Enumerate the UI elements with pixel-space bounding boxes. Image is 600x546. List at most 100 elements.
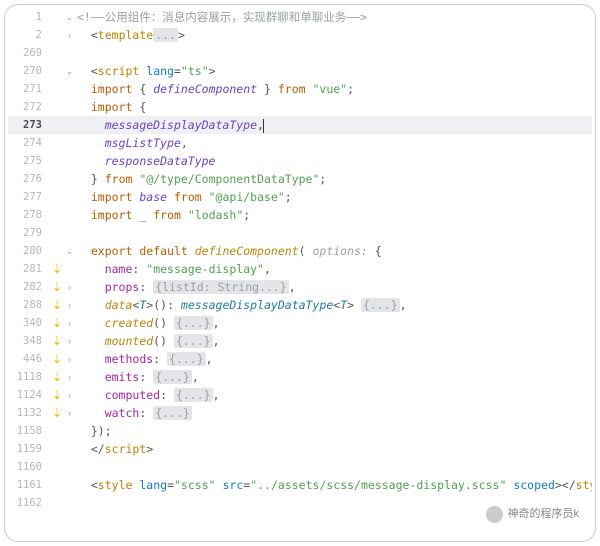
gutter-implement-icon[interactable]: ⇣ — [50, 386, 64, 404]
fold-collapsed-icon[interactable]: › — [64, 332, 75, 350]
code-line[interactable]: 269 — [8, 44, 592, 62]
code-content[interactable]: mounted() {...}, — [75, 332, 592, 350]
code-line[interactable]: 271 import { defineComponent } from "vue… — [8, 80, 592, 98]
code-content[interactable]: methods: {...}, — [75, 350, 592, 368]
code-line[interactable]: 275 responseDataType — [8, 152, 592, 170]
fold-expanded-icon[interactable]: ⌄ — [64, 62, 75, 80]
code-editor[interactable]: 1⌄<!——公用组件：消息内容展示，实现群聊和单聊业务——>2› <templa… — [8, 8, 592, 538]
gutter-implement-icon[interactable]: ⇣ — [50, 260, 64, 278]
line-number[interactable]: 1158 — [8, 422, 50, 440]
line-number[interactable]: 273 — [8, 116, 50, 134]
line-number[interactable]: 1124 — [8, 386, 50, 404]
line-number[interactable]: 270 — [8, 62, 50, 80]
line-number[interactable]: 348 — [8, 332, 50, 350]
code-line[interactable]: 276 } from "@/type/ComponentDataType"; — [8, 170, 592, 188]
code-line[interactable]: 1132⇣› watch: {...} — [8, 404, 592, 422]
code-line[interactable]: 1159 </script> — [8, 440, 592, 458]
code-content[interactable]: data<T>(): messageDisplayDataType<T> {..… — [75, 296, 592, 314]
code-content[interactable]: } from "@/type/ComponentDataType"; — [75, 170, 592, 188]
code-content[interactable]: <template...> — [75, 26, 592, 44]
code-line[interactable]: 278 import _ from "lodash"; — [8, 206, 592, 224]
line-number[interactable]: 1160 — [8, 458, 50, 476]
gutter-implement-icon[interactable]: ⇣ — [50, 350, 64, 368]
code-content[interactable]: <!——公用组件：消息内容展示，实现群聊和单聊业务——> — [75, 8, 592, 26]
code-line[interactable]: 1158 }); — [8, 422, 592, 440]
code-content[interactable]: computed: {...}, — [75, 386, 592, 404]
code-content[interactable] — [75, 44, 592, 62]
gutter-implement-icon[interactable]: ⇣ — [50, 296, 64, 314]
code-content[interactable]: }); — [75, 422, 592, 440]
code-content[interactable]: msgListType, — [75, 134, 592, 152]
code-line[interactable]: 282⇣› props: {listId: String...}, — [8, 278, 592, 296]
fold-collapsed-icon[interactable]: › — [64, 26, 75, 44]
line-number[interactable]: 1132 — [8, 404, 50, 422]
code-content[interactable]: <script lang="ts"> — [75, 62, 592, 80]
line-number[interactable]: 271 — [8, 80, 50, 98]
code-line[interactable]: 340⇣› created() {...}, — [8, 314, 592, 332]
line-number[interactable]: 277 — [8, 188, 50, 206]
fold-collapsed-icon[interactable]: › — [64, 278, 75, 296]
code-line[interactable]: 2 › <template...> — [8, 26, 592, 44]
line-number[interactable]: 269 — [8, 44, 50, 62]
code-content[interactable]: responseDataType — [75, 152, 592, 170]
code-line[interactable]: 270 ⌄ <script lang="ts"> — [8, 62, 592, 80]
code-content[interactable]: name: "message-display", — [75, 260, 592, 278]
line-number[interactable]: 340 — [8, 314, 50, 332]
gutter-implement-icon[interactable]: ⇣ — [50, 368, 64, 386]
line-number[interactable]: 1159 — [8, 440, 50, 458]
code-content[interactable]: import _ from "lodash"; — [75, 206, 592, 224]
line-number[interactable]: 272 — [8, 98, 50, 116]
code-content[interactable]: <style lang="scss" src="../assets/scss/m… — [75, 476, 592, 494]
code-line[interactable]: 1124⇣› computed: {...}, — [8, 386, 592, 404]
fold-collapsed-icon[interactable]: › — [64, 368, 75, 386]
code-content[interactable] — [75, 458, 592, 476]
line-number[interactable]: 278 — [8, 206, 50, 224]
line-number[interactable]: 280 — [8, 242, 50, 260]
code-line[interactable]: 272 import { — [8, 98, 592, 116]
fold-collapsed-icon[interactable]: › — [64, 386, 75, 404]
line-number[interactable]: 281 — [8, 260, 50, 278]
gutter-implement-icon[interactable]: ⇣ — [50, 404, 64, 422]
code-line[interactable]: 1160 — [8, 458, 592, 476]
code-line[interactable]: 348⇣› mounted() {...}, — [8, 332, 592, 350]
line-number[interactable]: 1 — [8, 8, 50, 26]
gutter-implement-icon[interactable]: ⇣ — [50, 332, 64, 350]
fold-expanded-icon[interactable]: ⌄ — [64, 242, 75, 260]
gutter-implement-icon[interactable]: ⇣ — [50, 314, 64, 332]
code-content[interactable]: created() {...}, — [75, 314, 592, 332]
code-content[interactable]: import { defineComponent } from "vue"; — [75, 80, 592, 98]
line-number[interactable]: 279 — [8, 224, 50, 242]
code-line[interactable]: 273 messageDisplayDataType, — [8, 116, 592, 134]
code-line[interactable]: 1 ⌄<!——公用组件：消息内容展示，实现群聊和单聊业务——> — [8, 8, 592, 26]
code-content[interactable]: export default defineComponent( options:… — [75, 242, 592, 260]
line-number[interactable]: 1162 — [8, 494, 50, 512]
line-number[interactable]: 276 — [8, 170, 50, 188]
line-number[interactable]: 1118 — [8, 368, 50, 386]
line-number[interactable]: 2 — [8, 26, 50, 44]
code-line[interactable]: 274 msgListType, — [8, 134, 592, 152]
line-number[interactable]: 288 — [8, 296, 50, 314]
fold-collapsed-icon[interactable]: › — [64, 314, 75, 332]
line-number[interactable]: 1161 — [8, 476, 50, 494]
code-content[interactable]: watch: {...} — [75, 404, 592, 422]
code-content[interactable]: messageDisplayDataType, — [75, 116, 592, 134]
code-content[interactable]: emits: {...}, — [75, 368, 592, 386]
line-number[interactable]: 275 — [8, 152, 50, 170]
fold-collapsed-icon[interactable]: › — [64, 404, 75, 422]
fold-collapsed-icon[interactable]: › — [64, 296, 75, 314]
code-line[interactable]: 279 — [8, 224, 592, 242]
fold-expanded-icon[interactable]: ⌄ — [64, 8, 75, 26]
code-content[interactable]: import base from "@api/base"; — [75, 188, 592, 206]
line-number[interactable]: 282 — [8, 278, 50, 296]
line-number[interactable]: 274 — [8, 134, 50, 152]
code-content[interactable]: import { — [75, 98, 592, 116]
code-line[interactable]: 281⇣ name: "message-display", — [8, 260, 592, 278]
code-line[interactable]: 1161 <style lang="scss" src="../assets/s… — [8, 476, 592, 494]
gutter-implement-icon[interactable]: ⇣ — [50, 278, 64, 296]
line-number[interactable]: 446 — [8, 350, 50, 368]
code-line[interactable]: 277 import base from "@api/base"; — [8, 188, 592, 206]
code-content[interactable]: </script> — [75, 440, 592, 458]
fold-collapsed-icon[interactable]: › — [64, 350, 75, 368]
code-content[interactable] — [75, 224, 592, 242]
code-line[interactable]: 288⇣› data<T>(): messageDisplayDataType<… — [8, 296, 592, 314]
